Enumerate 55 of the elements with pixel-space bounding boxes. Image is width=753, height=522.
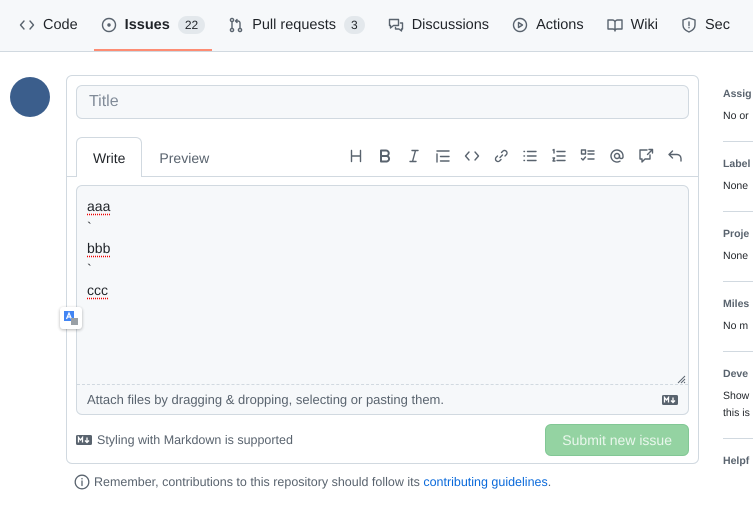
quote-icon[interactable] — [435, 148, 451, 164]
body-text-line: bbb — [87, 239, 110, 258]
sidebar-heading[interactable]: Assig — [723, 88, 752, 100]
sidebar-value: None — [723, 249, 748, 264]
count-badge: 22 — [178, 16, 206, 34]
repo-tab[interactable]: Sec — [674, 0, 738, 51]
repo-tab[interactable]: Wiki — [600, 0, 666, 51]
notice-text: Remember, contributions to this repository should follow its contributing guidelines. — [94, 475, 552, 489]
sidebar-value: Show — [723, 389, 750, 404]
repo-tab[interactable]: Code — [12, 0, 85, 51]
avatar — [10, 77, 50, 117]
info-icon — [74, 474, 90, 490]
attach-hint: Attach files by dragging & dropping, selecting or pasting them. — [87, 392, 444, 407]
sidebar-value: None — [723, 179, 748, 194]
bullet-list-icon[interactable] — [522, 148, 538, 164]
body-text-line: aaa — [87, 197, 110, 216]
discussion-icon — [388, 16, 404, 32]
contributing-link[interactable]: contributing guidelines — [423, 475, 548, 489]
editor-tab[interactable]: Write — [76, 137, 142, 177]
issue-icon — [100, 16, 117, 32]
repo-tab[interactable]: Pull requests 3 — [221, 0, 372, 51]
book-icon — [606, 16, 623, 32]
body-text-line: ccc — [87, 281, 108, 300]
repo-tab[interactable]: Issues 22 — [94, 0, 212, 51]
translate-icon[interactable] — [60, 307, 82, 329]
resize-handle-icon[interactable] — [676, 374, 686, 384]
sidebar-heading[interactable]: Miles — [723, 298, 750, 310]
play-icon — [512, 16, 528, 32]
mention-icon[interactable] — [609, 148, 625, 164]
pull-request-icon — [228, 16, 244, 32]
markdown-icon — [662, 394, 678, 404]
numbered-list-icon[interactable] — [551, 148, 567, 164]
heading-icon[interactable] — [348, 148, 364, 164]
bold-icon[interactable] — [377, 148, 393, 164]
reference-icon[interactable] — [638, 148, 654, 164]
count-badge: 3 — [344, 16, 365, 34]
comment-body-field[interactable]: aaa ` bbb ` ccc Attach files by dragging & dropping, selecting or pasting them. — [76, 185, 689, 415]
markdown-icon — [76, 435, 92, 445]
link-icon[interactable] — [493, 148, 509, 164]
sidebar-value: No m — [723, 319, 748, 334]
sidebar-heading[interactable]: Label — [723, 158, 750, 170]
sidebar-heading[interactable]: Helpf — [723, 455, 750, 467]
repo-tab[interactable]: Actions — [505, 0, 591, 51]
body-text-line: ` — [87, 260, 92, 279]
shield-icon — [681, 16, 698, 32]
sidebar-heading[interactable]: Proje — [723, 228, 750, 240]
editor-tab[interactable]: Preview — [142, 137, 226, 177]
sidebar-value: this is — [723, 406, 750, 421]
markdown-note: Styling with Markdown is supported — [97, 433, 293, 447]
sidebar-value: No or — [723, 109, 749, 124]
undo-icon[interactable] — [667, 148, 683, 164]
title-input-field[interactable]: Title — [76, 85, 689, 119]
body-text-line: ` — [87, 218, 92, 237]
sidebar-heading[interactable]: Deve — [723, 368, 748, 380]
repo-tab[interactable]: Discussions — [380, 0, 496, 51]
